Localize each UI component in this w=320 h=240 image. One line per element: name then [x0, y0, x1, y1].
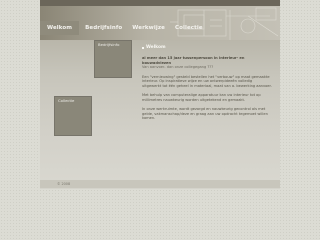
paragraph-3: Met behulp van computeralige apparatuur … — [142, 93, 261, 102]
nav-item-werkwijze[interactable]: Werkwijze — [128, 21, 169, 35]
bedrijfsinfo-box-title: Bedrijfsinfo — [98, 42, 120, 47]
bedrijfsinfo-box[interactable]: Bedrijfsinfo — [94, 40, 132, 78]
main-text: Welkom al meer dan 15 jaar tussenpersoon… — [142, 45, 272, 126]
nav-item-welkom[interactable]: Welkom — [40, 21, 80, 35]
main-nav: Welkom Bedrijfsinfo Werkwijze Collectie — [40, 21, 209, 35]
footer-divider — [40, 188, 280, 189]
paragraph-2: Een "vernieuwing" gesteld bestellen het … — [142, 74, 272, 88]
paragraph-4: In onze werkruimte, wordt gezorgd en nau… — [142, 107, 268, 121]
intro-bold: al meer dan 15 jaar tussenpersoon in int… — [142, 56, 245, 65]
intro-line: Van aanvoer- dan onze collegegang ??? — [142, 65, 214, 70]
footer-band — [40, 180, 280, 188]
nav-item-bedrijfsinfo[interactable]: Bedrijfsinfo — [81, 21, 126, 35]
intro-paragraph: al meer dan 15 jaar tussenpersoon in int… — [142, 56, 272, 70]
content-area: Bedrijfsinfo Collectie Welkom al meer da… — [40, 40, 280, 180]
collectie-box[interactable]: Collectie — [54, 96, 92, 136]
page-title: Welkom — [146, 45, 166, 50]
bullet-icon — [142, 46, 144, 49]
header: Welkom Bedrijfsinfo Werkwijze Collectie — [40, 6, 280, 40]
collectie-box-title: Collectie — [58, 98, 75, 103]
page-title-row: Welkom — [142, 45, 272, 50]
nav-item-collectie[interactable]: Collectie — [171, 21, 207, 35]
copyright-text: © 2008 — [57, 182, 71, 186]
